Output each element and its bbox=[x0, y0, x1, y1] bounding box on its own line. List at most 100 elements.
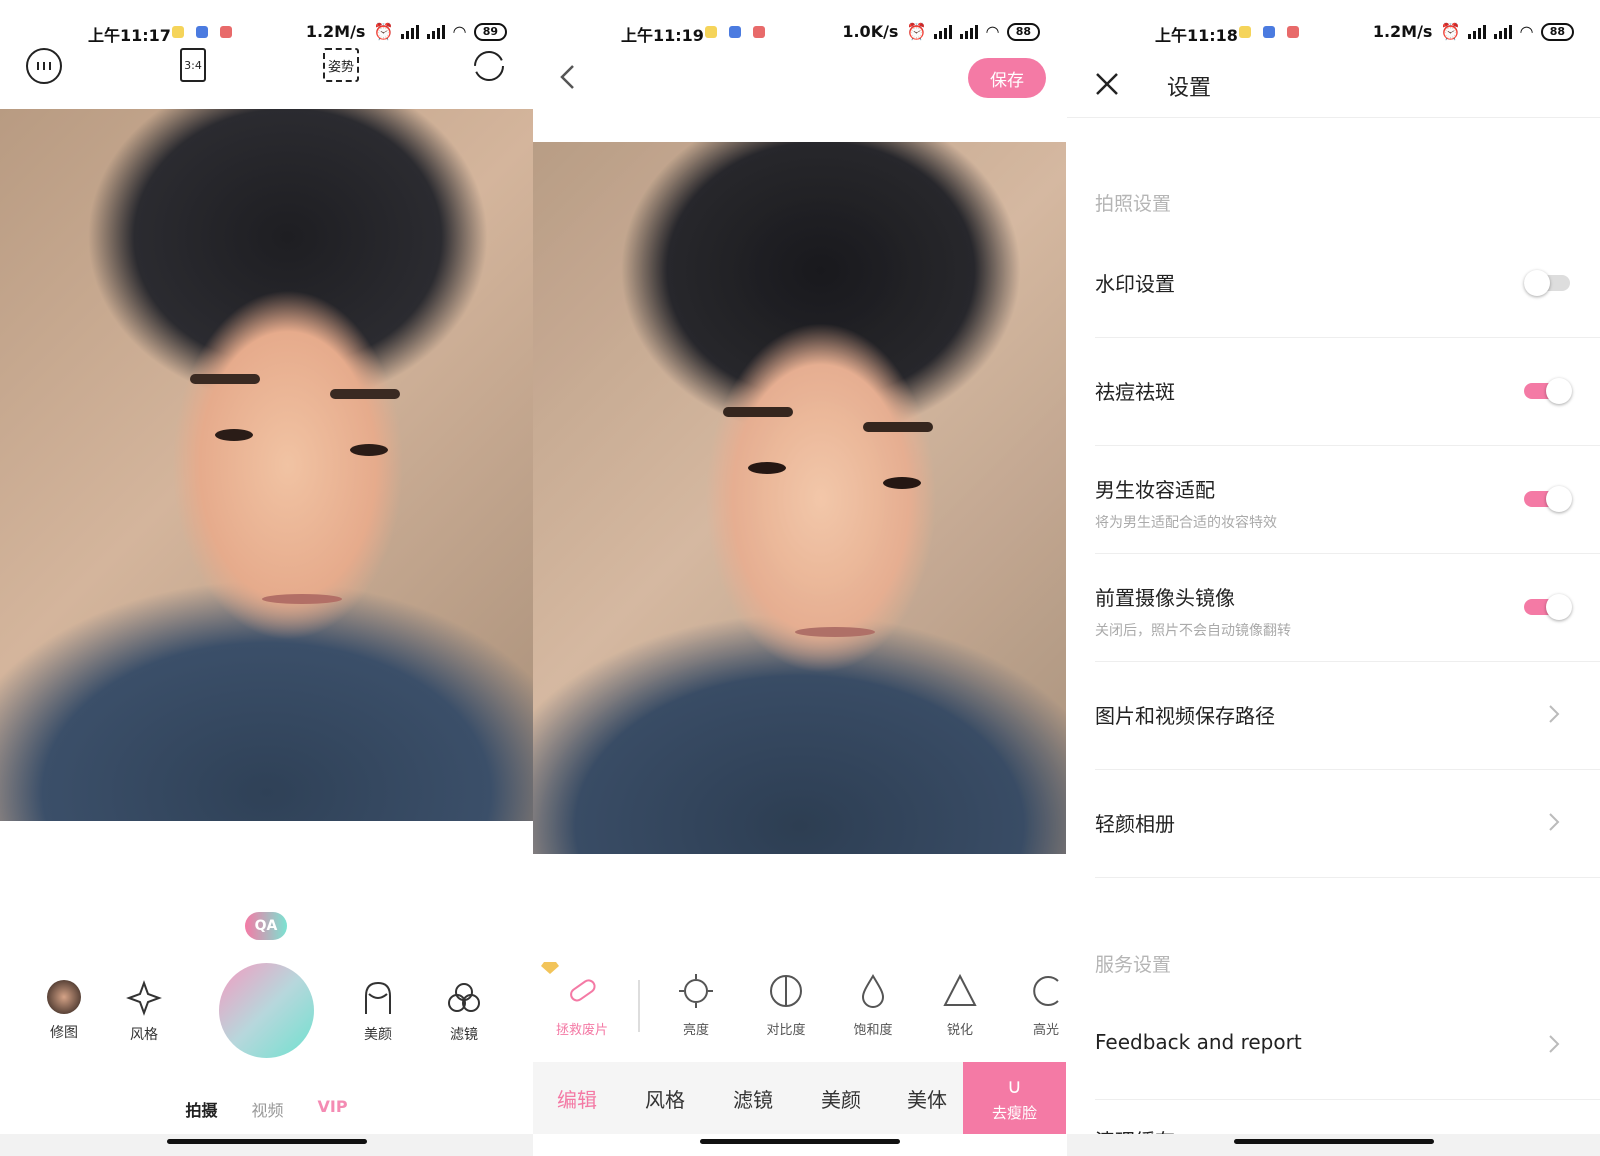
message-icon bbox=[1287, 26, 1299, 38]
style-button[interactable]: 风格 bbox=[114, 980, 174, 1044]
front-mirror-toggle[interactable] bbox=[1524, 594, 1572, 620]
chevron-right-icon bbox=[1549, 813, 1560, 831]
mode-selector: 拍摄 视频 VIP bbox=[0, 1097, 533, 1121]
battery-icon: 89 bbox=[473, 22, 507, 41]
tool-rescue[interactable]: 拯救废片 bbox=[547, 973, 617, 1038]
notification-icon bbox=[1239, 26, 1251, 38]
setting-feedback[interactable]: Feedback and report bbox=[1095, 992, 1600, 1100]
tool-contrast[interactable]: 对比度 bbox=[751, 973, 821, 1038]
editor-screen: 上午11:19 1.0K/s ⏰ ◠ 88 保存 拯救废片 亮度 对比度 饱和度… bbox=[533, 0, 1066, 1156]
battery-icon: 88 bbox=[1540, 22, 1574, 41]
save-button[interactable]: 保存 bbox=[968, 58, 1046, 98]
sun-icon bbox=[679, 974, 713, 1008]
signal-icon bbox=[1468, 24, 1487, 39]
status-time: 上午11:18 bbox=[1155, 26, 1238, 45]
section-title-photo: 拍照设置 bbox=[1095, 193, 1172, 215]
section-title-service: 服务设置 bbox=[1095, 954, 1172, 976]
sparkle-icon bbox=[126, 980, 162, 1016]
watermark-toggle[interactable] bbox=[1524, 270, 1570, 296]
edit-canvas[interactable] bbox=[533, 142, 1066, 854]
filter-button[interactable]: 滤镜 bbox=[434, 980, 494, 1044]
network-speed: 1.2M/s bbox=[305, 22, 366, 41]
home-indicator[interactable] bbox=[699, 1139, 900, 1144]
filter-icon bbox=[448, 983, 480, 1012]
alarm-icon: ⏰ bbox=[1440, 22, 1461, 41]
notification-icon bbox=[705, 26, 717, 38]
setting-watermark[interactable]: 水印设置 bbox=[1095, 230, 1600, 338]
home-indicator[interactable] bbox=[1233, 1139, 1434, 1144]
mode-video[interactable]: 视频 bbox=[251, 1097, 283, 1121]
status-bar: 上午11:18 1.2M/s ⏰ ◠ 88 bbox=[1067, 0, 1600, 62]
mode-vip[interactable]: VIP bbox=[317, 1097, 347, 1121]
wifi-icon: ◠ bbox=[986, 22, 999, 41]
app-icon bbox=[196, 26, 208, 38]
divider bbox=[638, 980, 640, 1032]
signal-icon bbox=[934, 24, 953, 39]
network-speed: 1.0K/s bbox=[842, 22, 899, 41]
app-icon bbox=[729, 26, 741, 38]
setting-acne[interactable]: 祛痘祛斑 bbox=[1095, 338, 1600, 446]
gallery-thumbnail bbox=[47, 980, 81, 1014]
tool-brightness[interactable]: 亮度 bbox=[661, 973, 731, 1038]
chevron-right-icon bbox=[1549, 705, 1560, 723]
adjust-toolbar: 拯救废片 亮度 对比度 饱和度 锐化 高光 bbox=[533, 955, 1066, 1045]
switch-camera-icon[interactable] bbox=[471, 48, 507, 84]
signal-icon bbox=[401, 24, 420, 39]
chevron-right-icon bbox=[1549, 1035, 1560, 1053]
page-title: 设置 bbox=[1167, 76, 1212, 101]
face-icon bbox=[365, 981, 391, 1014]
menu-icon[interactable] bbox=[26, 48, 62, 84]
tab-beauty[interactable]: 美颜 bbox=[801, 1062, 881, 1134]
drop-icon bbox=[861, 974, 885, 1008]
alarm-icon: ⏰ bbox=[906, 22, 927, 41]
signal-icon bbox=[1494, 24, 1513, 39]
home-indicator[interactable] bbox=[166, 1139, 367, 1144]
status-time: 上午11:17 bbox=[88, 26, 171, 45]
tab-body[interactable]: 美体 bbox=[887, 1062, 967, 1134]
close-icon[interactable] bbox=[1093, 70, 1121, 98]
tool-saturation[interactable]: 饱和度 bbox=[838, 973, 908, 1038]
message-icon bbox=[220, 26, 232, 38]
tab-filter[interactable]: 滤镜 bbox=[713, 1062, 793, 1134]
male-makeup-toggle[interactable] bbox=[1524, 486, 1572, 512]
signal-icon bbox=[427, 24, 446, 39]
app-icon bbox=[1263, 26, 1275, 38]
wifi-icon: ◠ bbox=[1520, 22, 1533, 41]
signal-icon bbox=[960, 24, 979, 39]
alarm-icon: ⏰ bbox=[373, 22, 394, 41]
qa-badge[interactable]: QA bbox=[245, 912, 287, 940]
highlight-icon bbox=[1033, 976, 1059, 1006]
retouch-button[interactable]: 修图 bbox=[34, 980, 94, 1042]
network-speed: 1.2M/s bbox=[1372, 22, 1433, 41]
pose-button[interactable]: 姿势 bbox=[323, 48, 359, 82]
setting-save-path[interactable]: 图片和视频保存路径 bbox=[1095, 662, 1600, 770]
camera-screen: 上午11:17 1.2M/s ⏰ ◠ 89 3:4 姿势 QA 修图 风格 美颜… bbox=[0, 0, 533, 1156]
settings-header: 设置 bbox=[1067, 62, 1600, 118]
settings-screen: 上午11:18 1.2M/s ⏰ ◠ 88 设置 拍照设置 水印设置 祛痘祛斑 … bbox=[1067, 0, 1600, 1156]
mode-photo[interactable]: 拍摄 bbox=[185, 1097, 217, 1121]
triangle-icon bbox=[943, 973, 977, 1006]
tool-highlight[interactable]: 高光 bbox=[1011, 973, 1066, 1038]
setting-front-mirror[interactable]: 前置摄像头镜像 关闭后，照片不会自动镜像翻转 bbox=[1095, 554, 1600, 662]
tool-sharpen[interactable]: 锐化 bbox=[925, 973, 995, 1038]
camera-preview[interactable] bbox=[0, 109, 533, 821]
acne-toggle[interactable] bbox=[1524, 378, 1572, 404]
tab-style[interactable]: 风格 bbox=[625, 1062, 705, 1134]
shutter-button[interactable] bbox=[219, 963, 314, 1058]
setting-album[interactable]: 轻颜相册 bbox=[1095, 770, 1600, 878]
battery-icon: 88 bbox=[1006, 22, 1040, 41]
tab-slim-face[interactable]: ∪ 去瘦脸 bbox=[963, 1062, 1066, 1134]
menu-dots-icon bbox=[37, 62, 51, 70]
beauty-button[interactable]: 美颜 bbox=[348, 980, 408, 1044]
wifi-icon: ◠ bbox=[453, 22, 466, 41]
editor-tab-bar: 编辑 风格 滤镜 美颜 美体 ∪ 去瘦脸 bbox=[533, 1062, 1066, 1134]
contrast-icon bbox=[770, 975, 802, 1007]
bandage-icon bbox=[570, 979, 596, 1002]
status-bar: 上午11:19 1.0K/s ⏰ ◠ 88 bbox=[533, 0, 1066, 62]
tab-edit[interactable]: 编辑 bbox=[537, 1062, 617, 1134]
status-time: 上午11:19 bbox=[621, 26, 704, 45]
aspect-ratio-button[interactable]: 3:4 bbox=[180, 48, 206, 82]
back-arrow-icon[interactable] bbox=[555, 62, 581, 92]
face-slim-icon: ∪ bbox=[1007, 1073, 1022, 1098]
setting-male-makeup[interactable]: 男生妆容适配 将为男生适配合适的妆容特效 bbox=[1095, 446, 1600, 554]
